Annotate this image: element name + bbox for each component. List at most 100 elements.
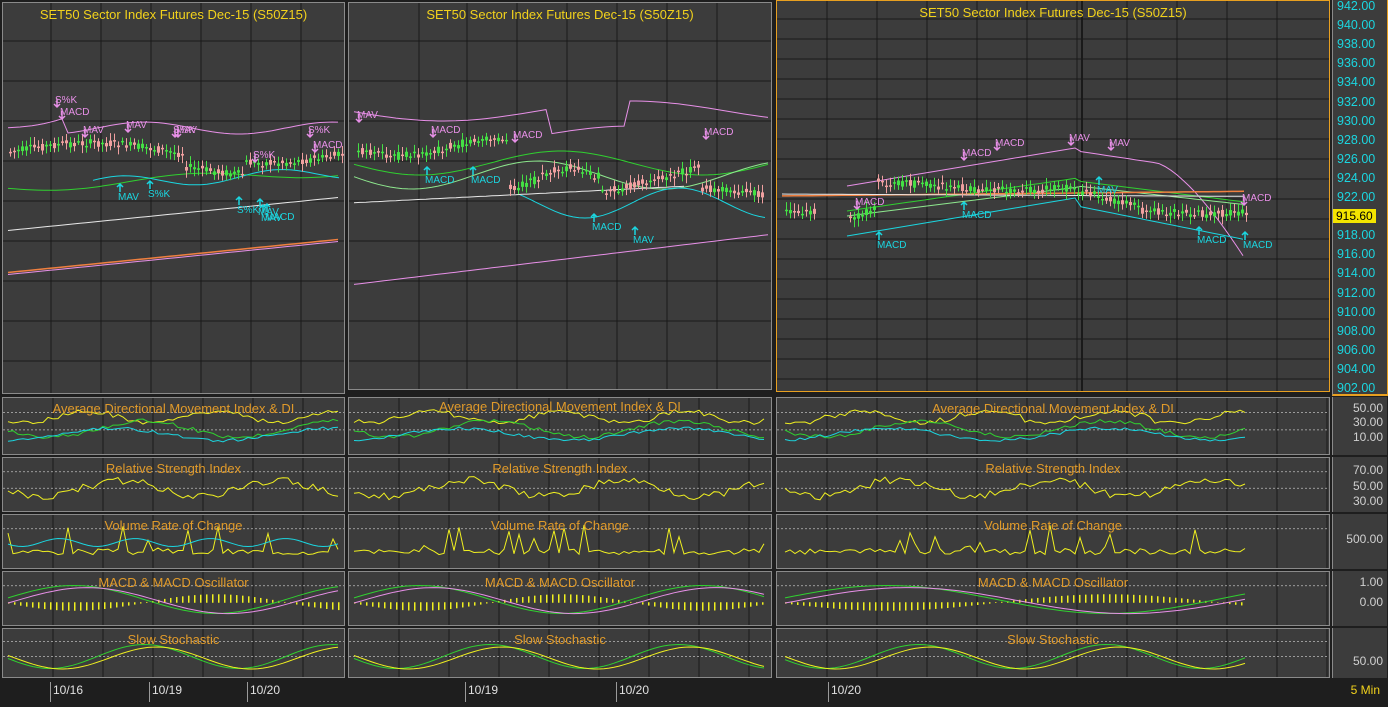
candle [789, 210, 792, 214]
histogram-bar [366, 602, 368, 606]
candle [521, 181, 524, 187]
histogram-bar [845, 602, 847, 610]
indicator-pane[interactable]: Average Directional Movement Index & DI [776, 397, 1330, 455]
candle [321, 155, 324, 158]
candle [441, 151, 444, 154]
candle [861, 214, 864, 217]
indicator-pane[interactable]: Slow Stochastic [776, 628, 1330, 678]
indicator-pane[interactable]: MACD & MACD Oscillator [776, 571, 1330, 626]
arrow-up-icon [146, 179, 154, 189]
timeframe-label[interactable]: 5 Min [1351, 683, 1380, 697]
candle [685, 173, 688, 176]
histogram-bar [396, 602, 398, 610]
histogram-bar [326, 602, 328, 609]
indicator-axis[interactable]: 500.00 [1332, 514, 1387, 569]
candle [593, 178, 596, 180]
histogram-bar [750, 602, 752, 607]
candle [1113, 198, 1116, 204]
histogram-bar [929, 602, 931, 610]
indicator-pane[interactable]: MACD & MACD Oscillator [2, 571, 345, 626]
chart-pane-3[interactable]: MACD MACD MACD MAV MAV MACD MACD MACD MAV MACD MAC… [776, 0, 1330, 392]
indicator-pane[interactable]: Slow Stochastic [2, 628, 345, 678]
indicator-pane[interactable]: Slow Stochastic [348, 628, 772, 678]
date-label: 10/19 [468, 683, 499, 697]
candle [721, 187, 724, 192]
indicator-pane[interactable]: Relative Strength Index [2, 457, 345, 512]
histogram-bar [414, 602, 416, 611]
chart-title: SET50 Sector Index Futures Dec-15 (S50Z1… [39, 7, 308, 22]
indicator-pane[interactable]: Volume Rate of Change [348, 514, 772, 569]
histogram-bar [38, 602, 40, 609]
histogram-bar [492, 601, 494, 603]
price-tick: 910.00 [1337, 304, 1376, 319]
candle [909, 180, 912, 186]
price-tick: 908.00 [1337, 323, 1376, 338]
indicator-pane[interactable]: Relative Strength Index [776, 457, 1330, 512]
candle [661, 175, 664, 180]
indicator-pane[interactable]: Average Directional Movement Index & DI [2, 397, 345, 455]
candle [365, 150, 368, 152]
price-tick: 914.00 [1337, 266, 1376, 281]
histogram-bar [660, 602, 662, 608]
candle [561, 171, 564, 174]
indicator-axis[interactable]: 70.00 50.00 30.00 [1332, 457, 1387, 512]
candle [729, 190, 732, 193]
indicator-pane[interactable]: Average Directional Movement Index & DI [348, 397, 772, 455]
axis-tick: 50.00 [1352, 479, 1383, 493]
candle [741, 190, 744, 193]
date-separator [50, 682, 51, 702]
candle [573, 170, 576, 172]
histogram-bar [486, 602, 488, 604]
candle [605, 193, 608, 195]
histogram-bar [308, 602, 310, 607]
signal-label: MACD [425, 175, 454, 186]
date-label: 10/16 [53, 683, 84, 697]
histogram-bar [839, 602, 841, 609]
price-axis[interactable]: 942.00 940.00 938.00 936.00 934.00 932.00 930.… [1332, 0, 1388, 452]
arrow-up-icon [631, 225, 639, 235]
signal-label: MAV [1097, 185, 1118, 196]
indicator-axis[interactable]: 50.00 30.00 10.00 [1332, 397, 1387, 455]
candle [1229, 210, 1232, 216]
histogram-bar [1217, 602, 1219, 603]
candle [1209, 211, 1212, 216]
candle [153, 150, 156, 152]
candle [885, 185, 888, 188]
histogram-bar [869, 602, 871, 611]
candle [517, 187, 520, 191]
histogram-bar [218, 594, 220, 603]
candle [513, 186, 516, 190]
histogram-bar [809, 602, 811, 607]
candle [929, 183, 932, 188]
indicator-pane[interactable]: Relative Strength Index [348, 457, 772, 512]
candle [301, 159, 304, 164]
indicator-pane[interactable]: MACD & MACD Oscillator [348, 571, 772, 626]
histogram-bar [390, 602, 392, 610]
candle [169, 151, 172, 153]
indicator-pane[interactable]: Volume Rate of Change [776, 514, 1330, 569]
indicator-title: Relative Strength Index [985, 461, 1121, 476]
candle [1077, 193, 1080, 195]
histogram-bar [618, 599, 620, 603]
chart-pane-1[interactable]: S%K MACD MAV MAV S%K MAV S%K S%K MACD MAV S%K MAV MA… [2, 2, 345, 394]
histogram-bar [756, 602, 758, 606]
candle [213, 171, 216, 175]
candle [377, 151, 380, 153]
candle [425, 152, 428, 156]
candle [1085, 189, 1088, 192]
candle [977, 189, 980, 193]
candle [133, 142, 136, 145]
histogram-bar [1115, 594, 1117, 603]
histogram-bar [1109, 594, 1111, 603]
indicator-axis[interactable]: 50.00 [1332, 628, 1387, 678]
histogram-bar [827, 602, 829, 608]
histogram-bar [110, 602, 112, 609]
indicator-pane[interactable]: Volume Rate of Change [2, 514, 345, 569]
signal-label: S%K [148, 189, 171, 200]
histogram-bar [224, 594, 226, 603]
histogram-bar [887, 602, 889, 611]
candle [1221, 209, 1224, 217]
indicator-axis[interactable]: 1.00 0.00 [1332, 571, 1387, 626]
chart-pane-2[interactable]: MAV MACD MACD MACD MACD MACD MACD MAV SET50 Sec… [348, 2, 772, 390]
candle [1241, 209, 1244, 214]
